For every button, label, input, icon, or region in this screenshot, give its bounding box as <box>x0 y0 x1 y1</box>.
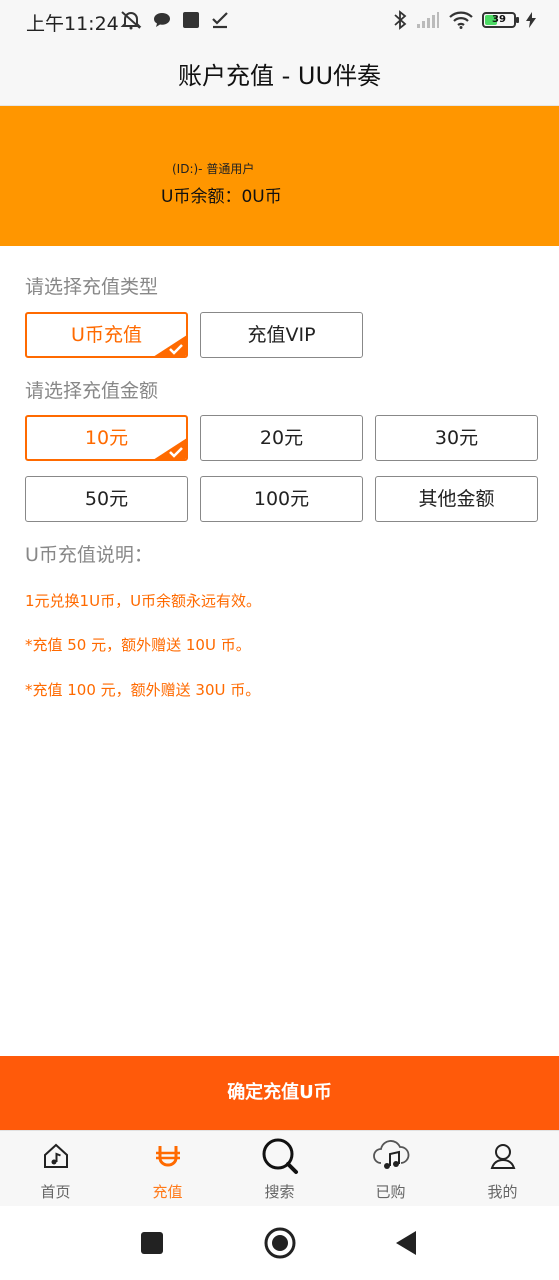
amount-option-label: 其他金额 <box>418 488 495 510</box>
confirm-recharge-button[interactable]: 确定充值U币 <box>0 1056 559 1130</box>
amount-option-label: 30元 <box>434 427 479 449</box>
note-line: *充值 50 元，额外赠送 10U 币。 <box>25 636 251 654</box>
cloud-music-icon <box>372 1140 409 1169</box>
tab-label: 搜索 <box>264 1183 295 1201</box>
message-bubble-icon <box>153 11 171 29</box>
page-title: 账户充值 - UU伴奏 <box>177 62 382 90</box>
selected-check-icon <box>154 438 186 459</box>
back-icon[interactable] <box>394 1230 418 1256</box>
charging-icon <box>525 11 537 29</box>
account-banner: (ID:)- 普通用户 U币余额：0U币 <box>0 106 559 246</box>
square-icon <box>182 11 200 29</box>
amount-option-label: 100元 <box>253 488 310 510</box>
bluetooth-icon <box>393 10 407 30</box>
recent-apps-icon[interactable] <box>140 1231 164 1255</box>
amount-option-30[interactable]: 30元 <box>375 415 538 461</box>
amount-option-label: 50元 <box>84 488 129 510</box>
status-bar: 上午11:24 39 <box>0 0 559 42</box>
system-nav-bar <box>0 1206 559 1280</box>
type-option-label: U币充值 <box>71 324 142 346</box>
tab-label: 已购 <box>375 1183 406 1201</box>
amount-option-10[interactable]: 10元 <box>25 415 188 461</box>
wifi-icon <box>449 11 473 29</box>
battery-icon: 39 <box>482 12 519 28</box>
type-option-label: 充值VIP <box>247 324 316 346</box>
bottom-tab-bar: 首页 充值 搜索 已购 我的 <box>0 1130 559 1206</box>
tab-mine[interactable]: 我的 <box>447 1131 558 1207</box>
notes-title: U币充值说明： <box>25 544 153 566</box>
balance-line: U币余额：0U币 <box>161 187 282 207</box>
amount-label: 请选择充值金额 <box>25 380 159 402</box>
check-icon <box>211 11 229 29</box>
mute-bell-icon <box>120 10 142 30</box>
amount-option-label: 10元 <box>84 427 129 449</box>
amount-option-20[interactable]: 20元 <box>200 415 363 461</box>
status-time: 上午11:24 <box>26 13 119 35</box>
search-icon <box>262 1138 298 1174</box>
amount-option-other[interactable]: 其他金额 <box>375 476 538 522</box>
signal-icon <box>416 11 440 29</box>
amount-option-label: 20元 <box>259 427 304 449</box>
type-option-vip[interactable]: 充值VIP <box>200 312 363 358</box>
recharge-type-label: 请选择充值类型 <box>25 276 159 298</box>
amount-option-100[interactable]: 100元 <box>200 476 363 522</box>
tab-purchased[interactable]: 已购 <box>335 1131 446 1207</box>
type-option-ucoin[interactable]: U币充值 <box>25 312 188 358</box>
tab-home[interactable]: 首页 <box>0 1131 111 1207</box>
tab-label: 首页 <box>40 1183 71 1201</box>
u-coin-icon <box>155 1146 180 1167</box>
home-music-icon <box>43 1143 68 1168</box>
title-bar: 账户充值 - UU伴奏 <box>0 42 559 106</box>
user-icon <box>490 1144 515 1169</box>
note-line: *充值 100 元，额外赠送 30U 币。 <box>25 681 261 699</box>
note-line: 1元兑换1U币，U币余额永远有效。 <box>25 592 262 610</box>
amount-option-50[interactable]: 50元 <box>25 476 188 522</box>
user-id-line: (ID:)- 普通用户 <box>172 162 255 176</box>
home-circle-icon[interactable] <box>264 1227 296 1259</box>
tab-recharge[interactable]: 充值 <box>112 1131 223 1207</box>
tab-label: 充值 <box>152 1183 183 1201</box>
tab-search[interactable]: 搜索 <box>224 1131 335 1207</box>
tab-label: 我的 <box>487 1183 518 1201</box>
selected-check-icon <box>154 335 186 356</box>
